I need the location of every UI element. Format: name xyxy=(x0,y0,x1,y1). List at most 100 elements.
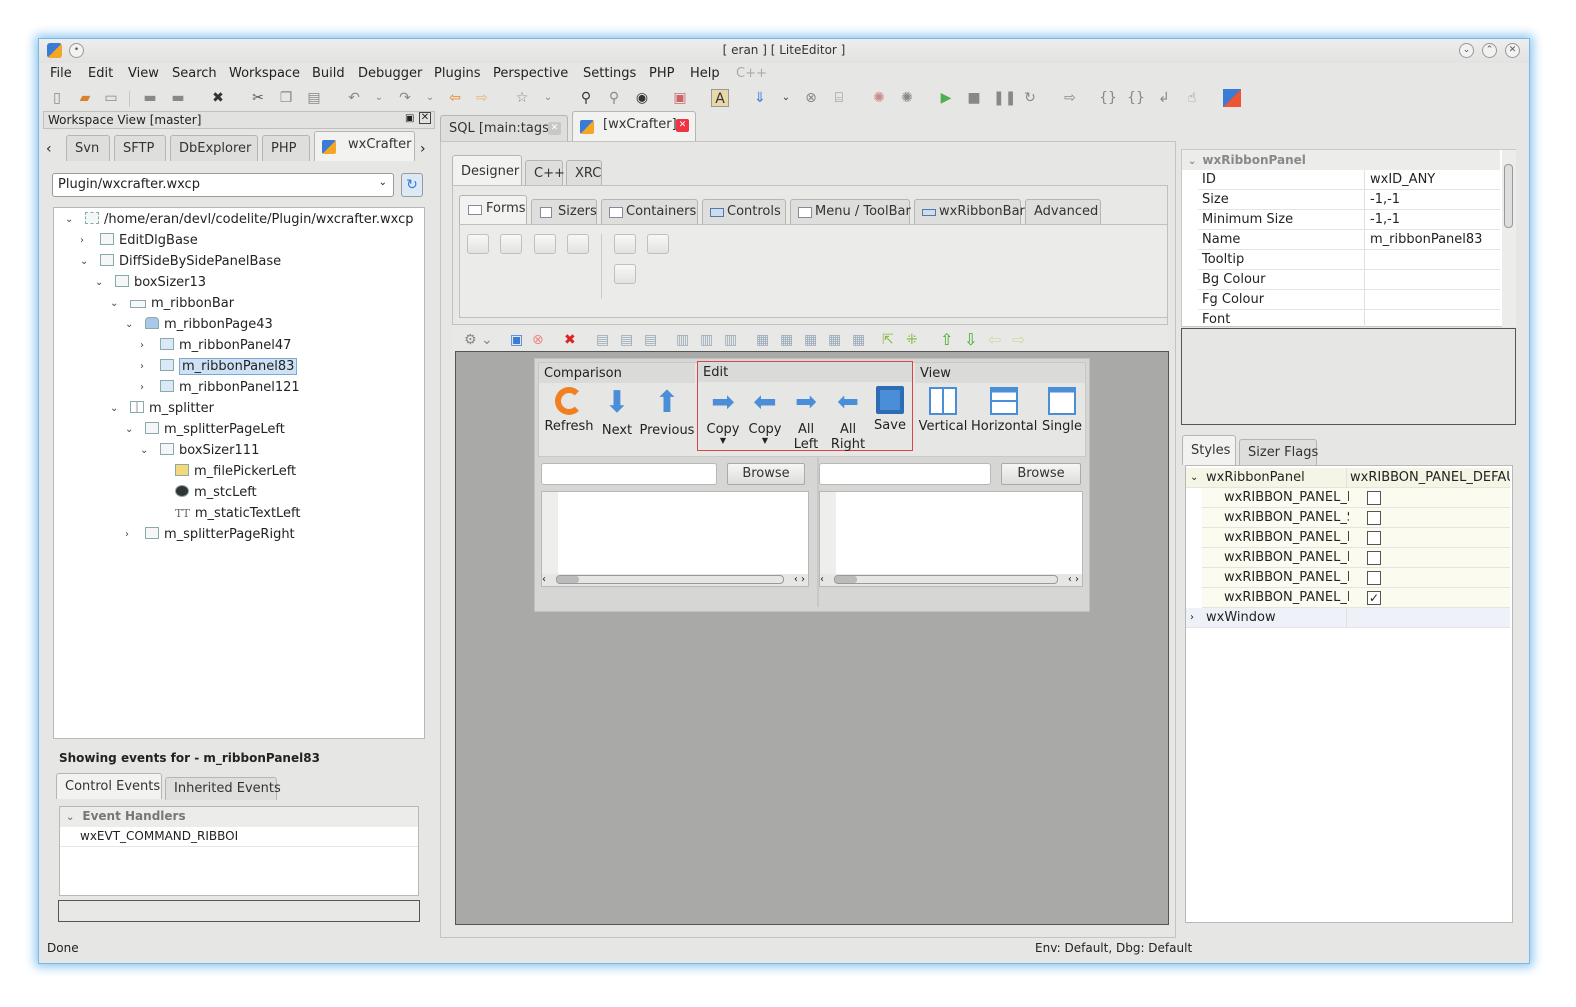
prop-row-bg-colour[interactable]: Bg Colour xyxy=(1198,270,1500,290)
open-resource-icon[interactable]: ▣ xyxy=(671,89,689,107)
move-left-icon[interactable]: ⇦ xyxy=(988,330,1001,349)
move-up-icon[interactable]: ⇧ xyxy=(940,330,953,349)
align-middle-icon[interactable]: ▥ xyxy=(700,332,713,348)
stop-icon[interactable]: ⊗ xyxy=(802,89,820,107)
menu-view[interactable]: View xyxy=(128,66,159,81)
left-text-editor[interactable]: ‹ ‹ › xyxy=(541,491,809,587)
tree-item-ribbonpanel121[interactable]: m_ribbonPanel121 xyxy=(160,378,300,398)
style-flag-row[interactable]: wxRIBBON_PANEL_N xyxy=(1202,568,1510,588)
prop-row-min-size[interactable]: Minimum Size -1,-1 xyxy=(1198,210,1500,230)
border-all-icon[interactable]: ▦ xyxy=(756,332,769,348)
tree-item-ribbonpage43[interactable]: m_ribbonPage43 xyxy=(145,315,273,335)
tab-php[interactable]: PHP xyxy=(262,135,310,161)
palette-panel-button[interactable] xyxy=(534,234,556,254)
event-handler-input[interactable] xyxy=(58,900,420,922)
prop-row-size[interactable]: Size -1,-1 xyxy=(1198,190,1500,210)
close-tab-icon[interactable]: ✕ xyxy=(676,119,689,132)
menu-workspace[interactable]: Workspace xyxy=(229,66,300,81)
menu-debugger[interactable]: Debugger xyxy=(358,66,422,81)
stretch-icon[interactable]: ⁜ xyxy=(906,332,918,348)
new-file-icon[interactable]: ▯ xyxy=(48,89,66,107)
project-combo[interactable]: Plugin/wxcrafter.wxcp ⌄ xyxy=(52,173,394,197)
tab-wxcrafter-editor[interactable]: [wxCrafter] ✕ xyxy=(572,111,696,141)
pause-icon[interactable]: ❚❚ xyxy=(993,89,1016,107)
wxcrafter-icon[interactable] xyxy=(1223,89,1241,107)
style-row-wxwindow[interactable]: › wxWindow xyxy=(1186,608,1510,628)
find-icon[interactable]: ⚲ xyxy=(577,89,595,107)
undo-icon[interactable]: ↶ xyxy=(345,89,363,107)
tree-item-filepickerleft[interactable]: m_filePickerLeft xyxy=(175,462,296,482)
menu-edit[interactable]: Edit xyxy=(88,66,113,81)
ribbon-copy-right-button[interactable]: ➡ Copy ▼ xyxy=(703,386,743,445)
forward-icon[interactable]: ⇨ xyxy=(473,89,491,107)
tree-item-stcleft[interactable]: m_stcLeft xyxy=(175,483,257,503)
prop-row-tooltip[interactable]: Tooltip xyxy=(1198,250,1500,270)
style-flag-row[interactable]: wxRIBBON_PANEL_E xyxy=(1202,548,1510,568)
tree-item-diffsidebyside[interactable]: DiffSideBySidePanelBase xyxy=(100,252,281,272)
palette-timer-button[interactable] xyxy=(614,264,636,284)
palette-tab-sizers[interactable]: Sizers xyxy=(531,199,597,224)
close-pane-icon[interactable]: ✕ xyxy=(419,112,431,124)
tree-item-ribbonbar[interactable]: m_ribbonBar xyxy=(130,294,234,314)
ribbon-save-button[interactable]: Save xyxy=(871,386,909,433)
tree-item-splitter[interactable]: m_splitter xyxy=(130,399,214,419)
cancel-icon[interactable]: ⊗ xyxy=(532,332,544,348)
debug-settings-icon[interactable]: ✺ xyxy=(898,89,916,107)
menu-plugins[interactable]: Plugins xyxy=(434,66,481,81)
align-right-icon[interactable]: ▤ xyxy=(644,332,657,348)
palette-tab-wxribbonbar[interactable]: wxRibbonBar xyxy=(914,199,1025,224)
menu-settings[interactable]: Settings xyxy=(583,66,636,81)
clean-icon[interactable]: ⌸ xyxy=(830,89,848,107)
property-header[interactable]: ⌄ wxRibbonPanel xyxy=(1182,150,1500,170)
border-left-icon[interactable]: ▦ xyxy=(780,332,793,348)
menu-help[interactable]: Help xyxy=(690,66,720,81)
ribbon-panel-edit[interactable]: Edit ➡ Copy ▼ ⬅ Copy ▼ ➡ All Left ⬅ All Right … xyxy=(697,361,913,452)
menu-perspective[interactable]: Perspective xyxy=(493,66,568,81)
tree-item-root[interactable]: /home/eran/devl/codelite/Plugin/wxcrafte… xyxy=(85,210,413,230)
step-in-icon[interactable]: {} xyxy=(1099,89,1117,107)
highlight-word-icon[interactable]: A xyxy=(711,89,729,107)
delete-icon[interactable]: ✖ xyxy=(564,332,576,348)
tab-sizer-flags[interactable]: Sizer Flags xyxy=(1239,439,1318,465)
next-line-icon[interactable]: ⇨ xyxy=(1061,89,1079,107)
ribbon-copy-left-button[interactable]: ⬅ Copy ▼ xyxy=(745,386,785,445)
palette-tab-containers[interactable]: Containers xyxy=(601,199,698,224)
close-tab-icon[interactable]: ✕ xyxy=(548,122,561,135)
tab-scroll-right-icon[interactable]: › xyxy=(420,141,426,157)
align-left-icon[interactable]: ▤ xyxy=(596,332,609,348)
tree-item-boxsizer111[interactable]: boxSizer111 xyxy=(160,441,259,461)
align-bottom-icon[interactable]: ▥ xyxy=(724,332,737,348)
find-in-files-icon[interactable]: ◉ xyxy=(633,89,651,107)
close-button[interactable]: ✕ xyxy=(1505,43,1520,58)
save-icon[interactable]: ▬ xyxy=(141,89,159,107)
palette-tab-advanced[interactable]: Advanced xyxy=(1025,199,1101,224)
tree-item-splitterpageright[interactable]: m_splitterPageRight xyxy=(145,525,295,545)
undo-menu-icon[interactable]: ⌄ xyxy=(370,89,388,107)
preview-icon[interactable]: ▣ xyxy=(510,332,523,348)
flag-checkbox[interactable] xyxy=(1367,551,1381,565)
settings-icon[interactable]: ✺ xyxy=(870,89,888,107)
tree-item-ribbonpanel83[interactable]: m_ribbonPanel83 xyxy=(160,357,298,377)
tab-inherited-events[interactable]: Inherited Events xyxy=(165,777,281,800)
import-menu-icon[interactable]: ⌄ xyxy=(777,89,795,107)
menu-build[interactable]: Build xyxy=(312,66,345,81)
tab-dbexplorer[interactable]: DbExplorer xyxy=(170,135,258,161)
flag-checkbox-checked[interactable]: ✓ xyxy=(1367,591,1381,605)
save-all-icon[interactable]: ▬ xyxy=(169,89,187,107)
flag-checkbox[interactable] xyxy=(1367,511,1381,525)
ribbon-horizontal-button[interactable]: Horizontal xyxy=(971,387,1037,434)
move-down-icon[interactable]: ⇩ xyxy=(964,330,977,349)
right-browse-button[interactable]: Browse xyxy=(1001,463,1081,485)
tree-item-statictextleft[interactable]: TT m_staticTextLeft xyxy=(175,504,301,524)
style-flag-row[interactable]: wxRIBBON_PANEL_N xyxy=(1202,528,1510,548)
tree-item-splitterpageleft[interactable]: m_splitterPageLeft xyxy=(145,420,285,440)
open-icon[interactable]: ▰ xyxy=(76,89,94,107)
expand-icon[interactable]: ⇱ xyxy=(882,332,894,348)
palette-tab-controls[interactable]: Controls xyxy=(702,199,786,224)
event-handler-row[interactable]: wxEVT_COMMAND_RIBBOI xyxy=(60,827,418,847)
palette-tab-forms[interactable]: Forms xyxy=(459,195,527,224)
tab-wxcrafter[interactable]: wxCrafter xyxy=(314,131,415,161)
menu-cpp[interactable]: C++ xyxy=(736,66,767,81)
events-group-row[interactable]: ⌄ Event Handlers xyxy=(60,807,418,827)
run-icon[interactable]: ▶ xyxy=(937,89,955,107)
